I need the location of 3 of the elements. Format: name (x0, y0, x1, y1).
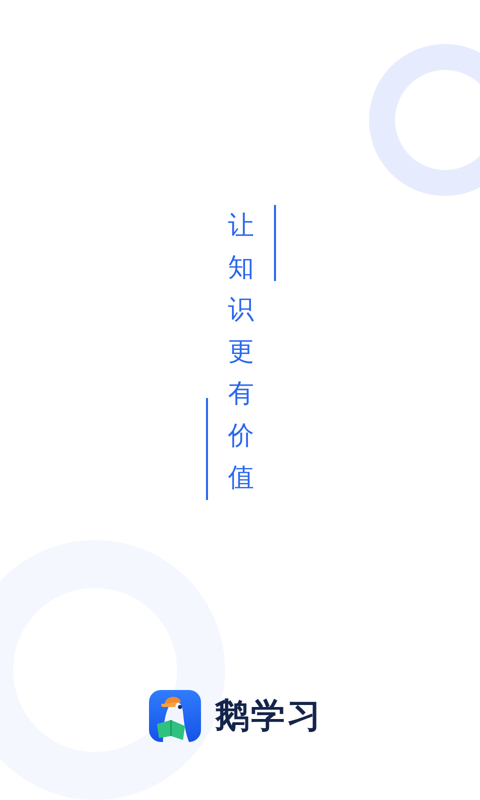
brand-name: 鹅学习 (215, 694, 323, 738)
app-logo-icon (149, 690, 201, 742)
slogan-text: 让知识更有价值 (228, 210, 254, 495)
